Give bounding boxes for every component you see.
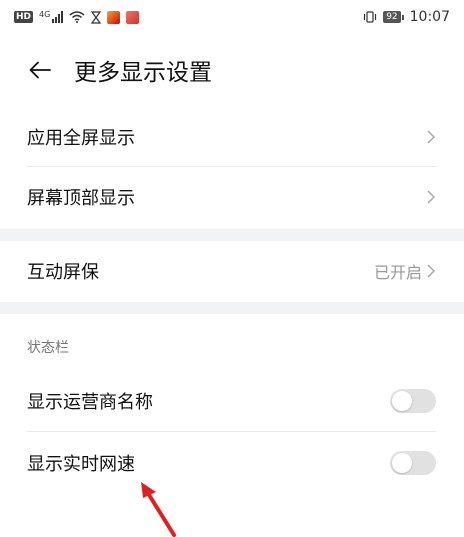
hd-badge: HD xyxy=(14,11,34,23)
row-label: 显示运营商名称 xyxy=(27,392,153,413)
toggle-switch[interactable] xyxy=(390,389,436,413)
section-gap xyxy=(0,302,464,314)
row-right xyxy=(426,189,436,205)
chevron-right-icon xyxy=(427,190,436,204)
row-interactive-screensaver[interactable]: 互动屏保 已开启 xyxy=(0,243,464,299)
app-notification-icon xyxy=(107,10,121,24)
hourglass-icon xyxy=(91,10,102,24)
page-header: 更多显示设置 xyxy=(0,42,464,98)
status-bar: HD 4G 92 10:07 xyxy=(0,0,464,34)
wifi-icon xyxy=(69,11,85,23)
row-label: 应用全屏显示 xyxy=(27,128,135,149)
row-label: 屏幕顶部显示 xyxy=(27,188,135,209)
row-value: 已开启 xyxy=(373,263,422,282)
row-app-fullscreen[interactable]: 应用全屏显示 xyxy=(0,108,464,166)
chevron-right-icon xyxy=(427,130,436,144)
signal-icon xyxy=(52,11,64,23)
section-gap xyxy=(0,229,464,241)
back-arrow-icon xyxy=(29,61,51,79)
page-title: 更多显示设置 xyxy=(74,60,212,86)
row-label: 互动屏保 xyxy=(27,262,99,283)
network-type: 4G xyxy=(39,9,51,19)
divider xyxy=(27,431,436,432)
section-header-status-bar: 状态栏 xyxy=(27,340,69,356)
app-notification-icon-2 xyxy=(126,10,140,24)
toggle-knob xyxy=(392,391,412,411)
status-right: 92 10:07 xyxy=(363,9,450,25)
status-left: HD 4G xyxy=(14,9,140,24)
row-show-network-speed: 显示实时网速 xyxy=(0,434,464,492)
chevron-right-icon xyxy=(427,264,436,278)
row-label: 显示实时网速 xyxy=(27,454,135,475)
row-right: 已开启 xyxy=(374,259,436,283)
toggle-knob xyxy=(392,453,412,473)
battery-icon: 92 xyxy=(383,11,404,23)
row-screen-top-display[interactable]: 屏幕顶部显示 xyxy=(0,167,464,227)
row-right xyxy=(426,129,436,145)
annotation-arrow-icon xyxy=(141,482,176,537)
back-button[interactable] xyxy=(20,50,60,90)
vibrate-icon xyxy=(364,11,377,23)
clock: 10:07 xyxy=(409,9,450,25)
toggle-switch[interactable] xyxy=(390,451,436,475)
battery-level: 92 xyxy=(383,11,401,23)
row-show-carrier-name: 显示运营商名称 xyxy=(0,372,464,430)
